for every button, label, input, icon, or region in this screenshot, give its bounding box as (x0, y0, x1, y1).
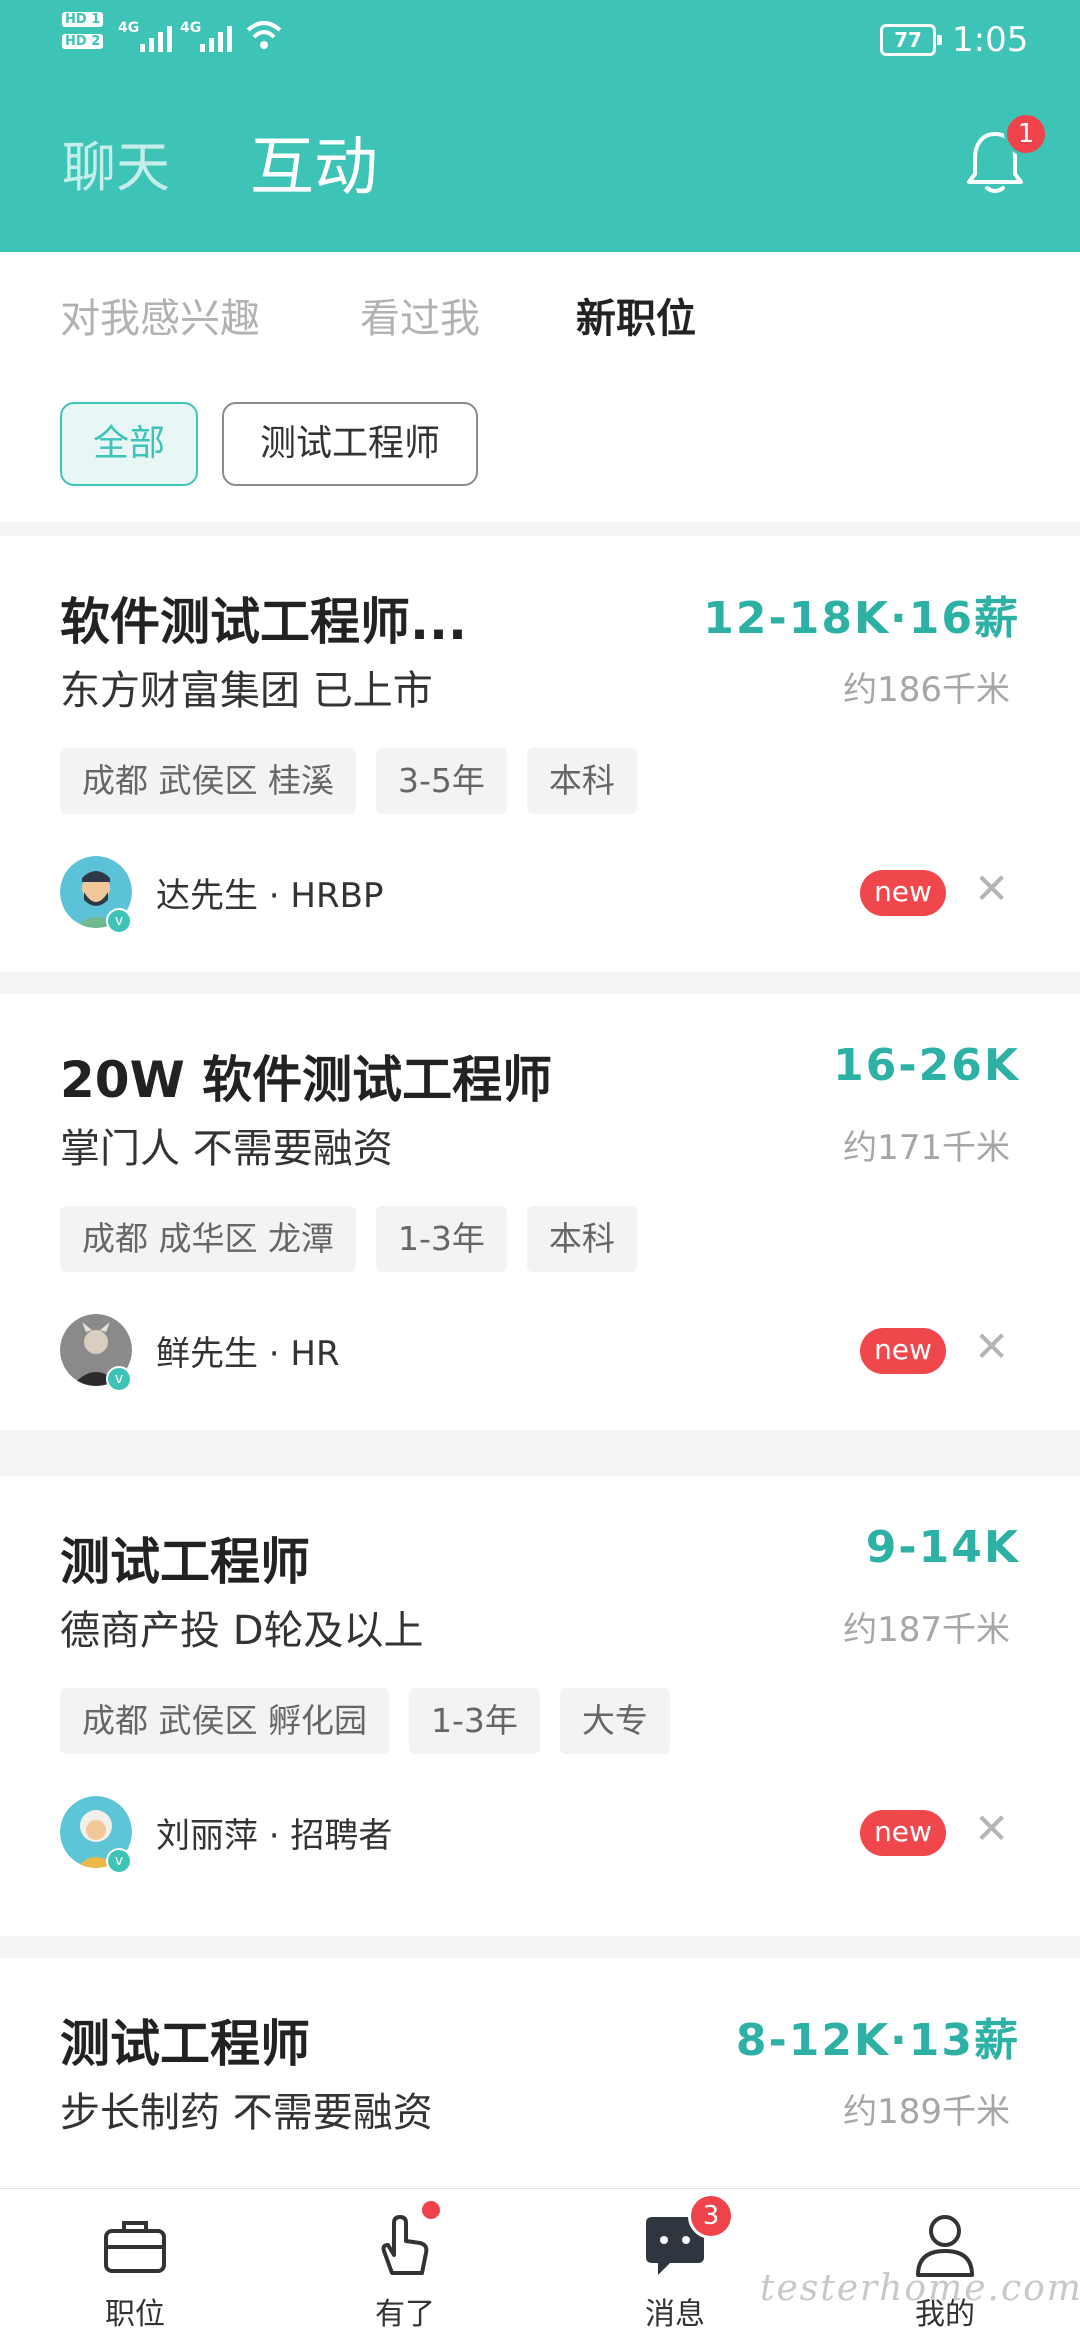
notification-badge: 1 (1004, 112, 1048, 156)
job-title: 20W 软件测试工程师 (60, 1051, 553, 1109)
job-tags: 成都 武侯区 孵化园 1-3年 大专 (60, 1688, 670, 1754)
signal2-label: 4G (180, 20, 202, 36)
hd1-indicator: HD 1 (62, 12, 104, 27)
job-title: 测试工程师 (60, 1533, 310, 1591)
company-info: 步长制药 不需要融资 (60, 2090, 433, 2136)
heart-hand-icon (381, 2215, 429, 2275)
new-badge: new (860, 1810, 946, 1856)
tag-location: 成都 武侯区 桂溪 (60, 748, 356, 814)
battery-icon: 77 (880, 24, 942, 56)
subtab-new-jobs[interactable]: 新职位 (576, 286, 696, 344)
tab-interact[interactable]: 互动 (250, 132, 378, 204)
job-salary: 16-26K (833, 1040, 1020, 1091)
tag-education: 本科 (526, 748, 637, 814)
job-salary: 12-18K·16薪 (703, 593, 1020, 644)
recruiter-info: 达先生 · HRBP (156, 876, 384, 916)
tag-experience: 1-3年 (375, 1206, 507, 1272)
tag-experience: 1-3年 (408, 1688, 540, 1754)
company-info: 东方财富集团 已上市 (60, 668, 433, 714)
tag-education: 大专 (559, 1688, 670, 1754)
nav-item-messages[interactable]: 3 消息 (580, 2189, 760, 2340)
subtab-viewed-me[interactable]: 看过我 (360, 286, 480, 344)
app-header: HD 1 HD 2 4G 4G 77 1:05 聊天 互动 1 (0, 0, 1080, 252)
signal1-icon (140, 22, 172, 52)
subtab-interested[interactable]: 对我感兴趣 (60, 286, 260, 344)
filter-chip-all[interactable]: 全部 (60, 402, 198, 486)
verified-icon: v (106, 908, 132, 934)
distance: 约187千米 (843, 1610, 1010, 1650)
nav-item-me[interactable]: 我的 (850, 2189, 1030, 2340)
filter-chip-test-engineer[interactable]: 测试工程师 (222, 402, 478, 486)
tag-location: 成都 武侯区 孵化园 (60, 1688, 389, 1754)
unread-dot (422, 2201, 440, 2219)
status-bar: HD 1 HD 2 4G 4G 77 1:05 (0, 0, 1080, 80)
nav-item-liked[interactable]: 有了 (310, 2189, 490, 2340)
watermark: testerhome.com (760, 2268, 1080, 2309)
job-title: 测试工程师 (60, 2015, 310, 2073)
tab-chat[interactable]: 聊天 (62, 132, 170, 204)
company-info: 德商产投 D轮及以上 (60, 1608, 424, 1654)
new-badge: new (860, 870, 946, 916)
tag-location: 成都 成华区 龙潭 (60, 1206, 356, 1272)
company-info: 掌门人 不需要融资 (60, 1126, 393, 1172)
close-icon[interactable]: ✕ (974, 864, 1009, 914)
close-icon[interactable]: ✕ (974, 1804, 1009, 1854)
distance: 约186千米 (843, 670, 1010, 710)
tag-education: 本科 (526, 1206, 637, 1272)
close-icon[interactable]: ✕ (974, 1322, 1009, 1372)
recruiter-info: 鲜先生 · HR (156, 1334, 340, 1374)
signal2-icon (200, 22, 232, 52)
bottom-nav: 职位 有了 3 消息 我的 (0, 2188, 1080, 2340)
distance: 约189千米 (843, 2092, 1010, 2132)
job-card[interactable]: 测试工程师 9-14K 德商产投 D轮及以上 约187千米 成都 武侯区 孵化园… (0, 1476, 1080, 1936)
status-time: 1:05 (952, 20, 1029, 60)
nav-label: 消息 (645, 2297, 705, 2332)
recruiter-info: 刘丽萍 · 招聘者 (156, 1816, 393, 1856)
tag-experience: 3-5年 (375, 748, 507, 814)
nav-item-jobs[interactable]: 职位 (40, 2189, 220, 2340)
nav-label: 职位 (105, 2297, 165, 2332)
job-tags: 成都 武侯区 桂溪 3-5年 本科 (60, 748, 637, 814)
job-salary: 9-14K (865, 1522, 1020, 1573)
hd2-indicator: HD 2 (62, 34, 104, 49)
job-salary: 8-12K·13薪 (735, 2015, 1020, 2066)
distance: 约171千米 (843, 1128, 1010, 1168)
job-card[interactable]: 20W 软件测试工程师 16-26K 掌门人 不需要融资 约171千米 成都 成… (0, 994, 1080, 1430)
wifi-icon (246, 21, 282, 49)
verified-icon: v (106, 1366, 132, 1392)
briefcase-icon (104, 2221, 166, 2273)
signal1-label: 4G (118, 20, 140, 36)
job-card[interactable]: 软件测试工程师... 12-18K·16薪 东方财富集团 已上市 约186千米 … (0, 536, 1080, 972)
job-card[interactable]: 测试工程师 8-12K·13薪 步长制药 不需要融资 约189千米 (0, 1958, 1080, 2198)
nav-label: 有了 (375, 2297, 435, 2332)
new-badge: new (860, 1328, 946, 1374)
message-count-badge: 3 (688, 2193, 734, 2239)
verified-icon: v (106, 1848, 132, 1874)
job-tags: 成都 成华区 龙潭 1-3年 本科 (60, 1206, 637, 1272)
job-title: 软件测试工程师... (60, 593, 467, 651)
